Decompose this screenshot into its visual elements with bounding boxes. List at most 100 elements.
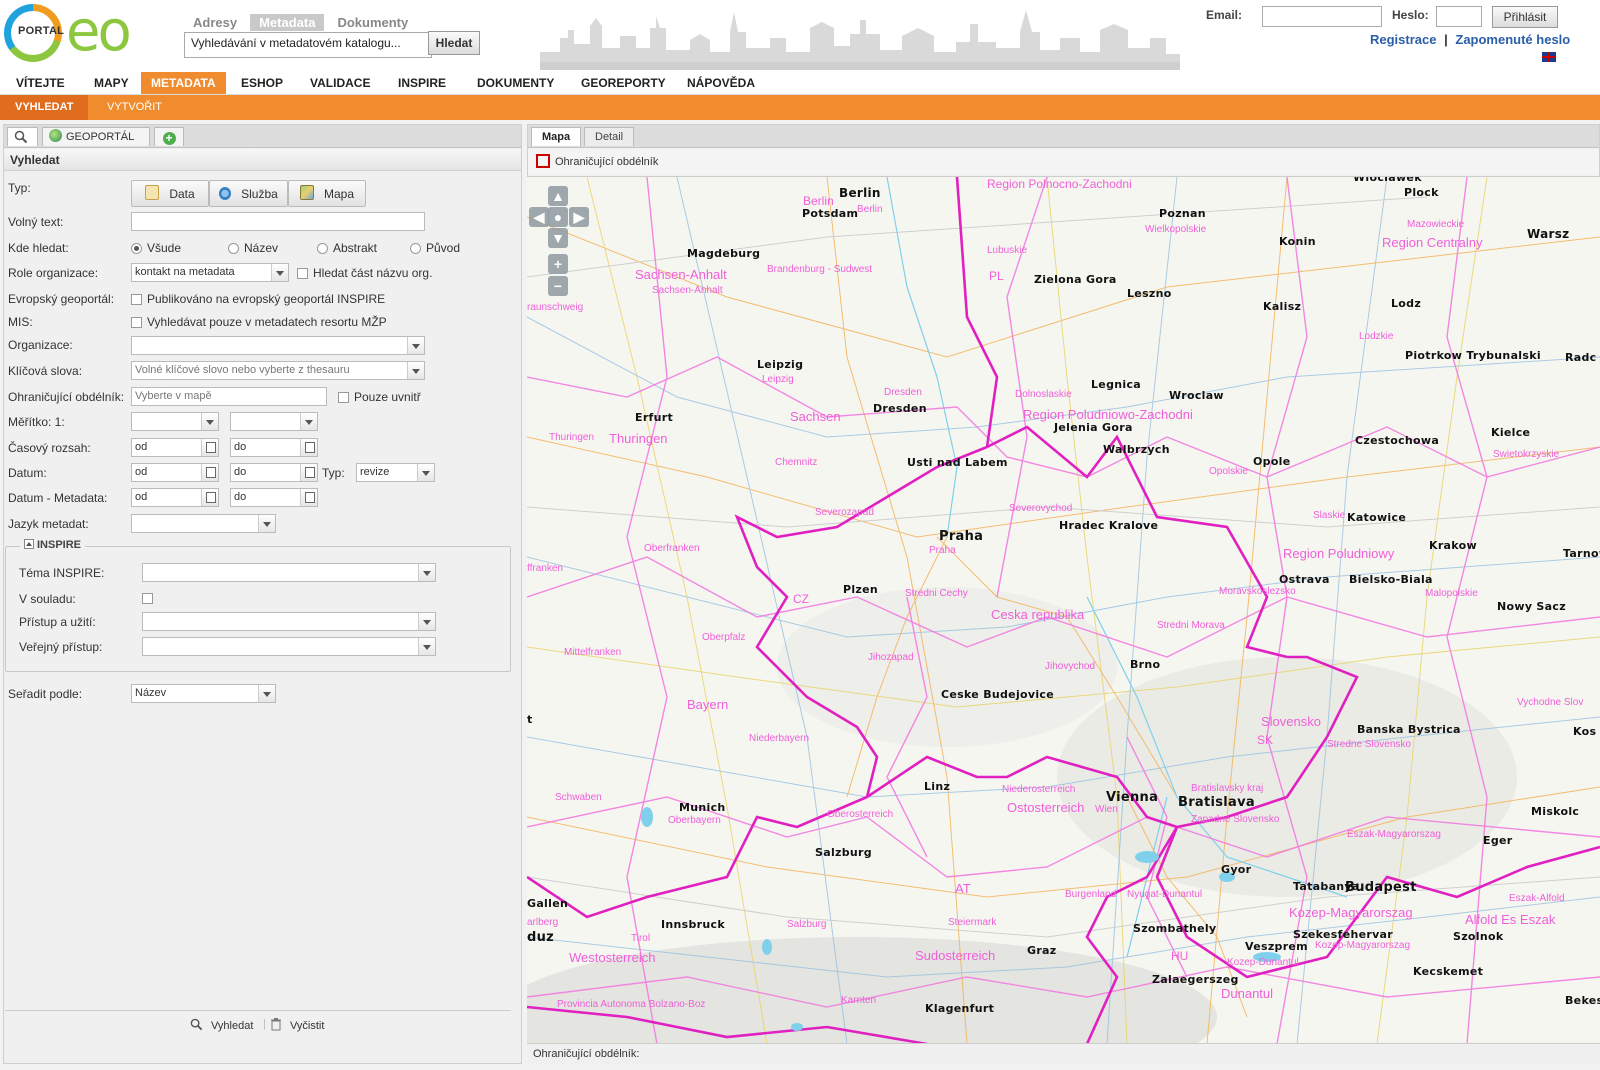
date-from-input[interactable]: od bbox=[131, 463, 219, 482]
nav-vitejte[interactable]: VÍTEJTE bbox=[6, 72, 75, 94]
type-service-button[interactable]: Služba bbox=[209, 180, 288, 207]
map-region-label: Schwaben bbox=[555, 792, 602, 803]
calendar-icon[interactable] bbox=[201, 439, 218, 456]
mis-checkbox[interactable] bbox=[131, 317, 142, 328]
pan-up-button[interactable]: ▲ bbox=[548, 186, 568, 206]
pouze-uvnitr-option[interactable]: Pouze uvnitř bbox=[338, 390, 421, 404]
klicova-label: Klíčová slova: bbox=[8, 364, 83, 378]
sort-value: Název bbox=[135, 687, 167, 699]
zoom-out-button[interactable]: − bbox=[548, 276, 568, 296]
tab-search[interactable] bbox=[7, 127, 38, 146]
register-link[interactable]: Registrace bbox=[1370, 32, 1436, 47]
nav-inspire[interactable]: INSPIRE bbox=[388, 72, 456, 94]
language-select[interactable] bbox=[131, 514, 276, 533]
meta-date-from-input[interactable]: od bbox=[131, 488, 219, 507]
mis-option[interactable]: Vyhledávat pouze v metadatech resortu MŽ… bbox=[131, 315, 387, 329]
nav-metadata[interactable]: METADATA bbox=[141, 72, 226, 94]
scale-from-select[interactable] bbox=[131, 412, 219, 431]
nav-dokumenty[interactable]: DOKUMENTY bbox=[467, 72, 564, 94]
calendar-icon[interactable] bbox=[201, 464, 218, 481]
pan-down-button[interactable]: ▼ bbox=[548, 228, 568, 248]
radio-nazev[interactable]: Název bbox=[228, 241, 278, 255]
meta-date-to-placeholder: do bbox=[234, 491, 247, 503]
time-from-input[interactable]: od bbox=[131, 438, 219, 457]
radio-vsude[interactable]: Všude bbox=[131, 241, 181, 255]
inspire-legend[interactable]: INSPIRE bbox=[20, 539, 86, 551]
date-type-select[interactable]: revize bbox=[356, 463, 435, 482]
pan-right-button[interactable]: ▶ bbox=[569, 207, 589, 227]
map-city-label: Tarnow bbox=[1563, 547, 1600, 560]
nav-georeporty[interactable]: GEOREPORTY bbox=[571, 72, 676, 94]
meta-date-to-input[interactable]: do bbox=[230, 488, 318, 507]
zoom-in-button[interactable]: + bbox=[548, 254, 568, 274]
type-data-label: Data bbox=[169, 187, 195, 201]
pan-center-button[interactable]: ● bbox=[548, 207, 568, 227]
hledat-cast-option[interactable]: Hledat část názvu org. bbox=[297, 266, 432, 280]
tab-dokumenty[interactable]: Dokumenty bbox=[328, 14, 417, 31]
public-access-select[interactable] bbox=[142, 637, 436, 656]
nav-eshop[interactable]: ESHOP bbox=[231, 72, 293, 94]
tab-detail[interactable]: Detail bbox=[584, 127, 635, 146]
email-field[interactable] bbox=[1262, 6, 1382, 27]
hledat-cast-checkbox[interactable] bbox=[297, 268, 308, 279]
forgot-password-link[interactable]: Zapomenuté heslo bbox=[1455, 32, 1570, 47]
organizace-select[interactable] bbox=[131, 336, 425, 355]
access-use-select[interactable] bbox=[142, 612, 436, 631]
free-text-input[interactable] bbox=[131, 212, 425, 231]
time-to-input[interactable]: do bbox=[230, 438, 318, 457]
map-status-bar: Ohraničující obdélník: bbox=[527, 1043, 1600, 1064]
tab-metadata[interactable]: Metadata bbox=[250, 14, 325, 31]
clear-button[interactable]: Vyčistit bbox=[270, 1018, 324, 1032]
map-region-label: Stredni Cechy bbox=[905, 588, 968, 599]
nav-napoveda[interactable]: NÁPOVĚDA bbox=[677, 72, 765, 94]
geoportal-logo[interactable]: PORTAL eo bbox=[4, 0, 150, 66]
bbox-tool-button[interactable]: Ohraničující obdélník bbox=[536, 154, 658, 168]
subnav-vytvorit[interactable]: VYTVOŘIT bbox=[92, 95, 177, 120]
calendar-icon[interactable] bbox=[300, 439, 317, 456]
calendar-icon[interactable] bbox=[201, 489, 218, 506]
catalog-search-button[interactable]: Hledat bbox=[428, 31, 480, 55]
soulad-checkbox[interactable] bbox=[142, 593, 153, 604]
role-select[interactable]: kontakt na metadata bbox=[131, 263, 289, 282]
password-field[interactable] bbox=[1436, 6, 1482, 27]
pan-left-button[interactable]: ◀ bbox=[529, 207, 549, 227]
tab-geoportal-cr[interactable]: GEOPORTÁL ČR bbox=[42, 127, 150, 162]
inspire-theme-select[interactable] bbox=[142, 563, 436, 582]
calendar-icon[interactable] bbox=[300, 464, 317, 481]
catalog-search-input[interactable]: Vyhledávání v metadatovém katalogu... bbox=[184, 32, 432, 58]
type-map-button[interactable]: Mapa bbox=[288, 180, 366, 207]
nav-validace[interactable]: VALIDACE bbox=[300, 72, 380, 94]
subnav-vyhledat[interactable]: VYHLEDAT bbox=[0, 95, 89, 120]
tab-adresy[interactable]: Adresy bbox=[184, 14, 246, 31]
evropsky-checkbox[interactable] bbox=[131, 294, 142, 305]
login-button[interactable]: Přihlásit bbox=[1492, 6, 1558, 28]
map-region-label: Sachsen-Anhalt bbox=[635, 267, 727, 282]
map-region-label: Eszak-Alfold bbox=[1509, 893, 1565, 904]
calendar-icon[interactable] bbox=[300, 489, 317, 506]
radio-abstrakt[interactable]: Abstrakt bbox=[317, 241, 377, 255]
nav-mapy[interactable]: MAPY bbox=[84, 72, 139, 94]
map-city-label: Plzen bbox=[843, 583, 879, 596]
map-region-label: Dolnoslaskie bbox=[1015, 389, 1072, 400]
tab-mapa[interactable]: Mapa bbox=[531, 127, 582, 146]
collapse-icon[interactable] bbox=[24, 539, 34, 549]
bbox-input[interactable]: Vyberte v mapě bbox=[131, 387, 327, 406]
radio-puvod[interactable]: Původ bbox=[410, 241, 460, 255]
search-submit-button[interactable]: Vyhledat bbox=[190, 1018, 253, 1032]
english-flag-icon[interactable] bbox=[1542, 52, 1556, 62]
evropsky-option[interactable]: Publikováno na evropský geoportál INSPIR… bbox=[131, 292, 385, 306]
keywords-input[interactable]: Volné klíčové slovo nebo vyberte z thesa… bbox=[131, 361, 425, 380]
type-data-button[interactable]: Data bbox=[131, 180, 209, 207]
map-region-label: Swietokrzyskie bbox=[1493, 449, 1560, 460]
map-city-label: Kos bbox=[1573, 725, 1597, 738]
map-canvas[interactable]: Region Polnocno-Zachodni Berlin Berlin W… bbox=[527, 176, 1600, 1044]
sort-select[interactable]: Název bbox=[131, 684, 276, 703]
date-to-input[interactable]: do bbox=[230, 463, 318, 482]
map-region-label: Ceska republika bbox=[991, 607, 1085, 622]
organizace-label: Organizace: bbox=[8, 338, 73, 352]
link-separator: | bbox=[1444, 32, 1448, 47]
tab-add[interactable]: + bbox=[154, 127, 184, 146]
pouze-uvnitr-checkbox[interactable] bbox=[338, 392, 349, 403]
scale-to-select[interactable] bbox=[230, 412, 318, 431]
map-region-label: Dresden bbox=[884, 387, 922, 398]
